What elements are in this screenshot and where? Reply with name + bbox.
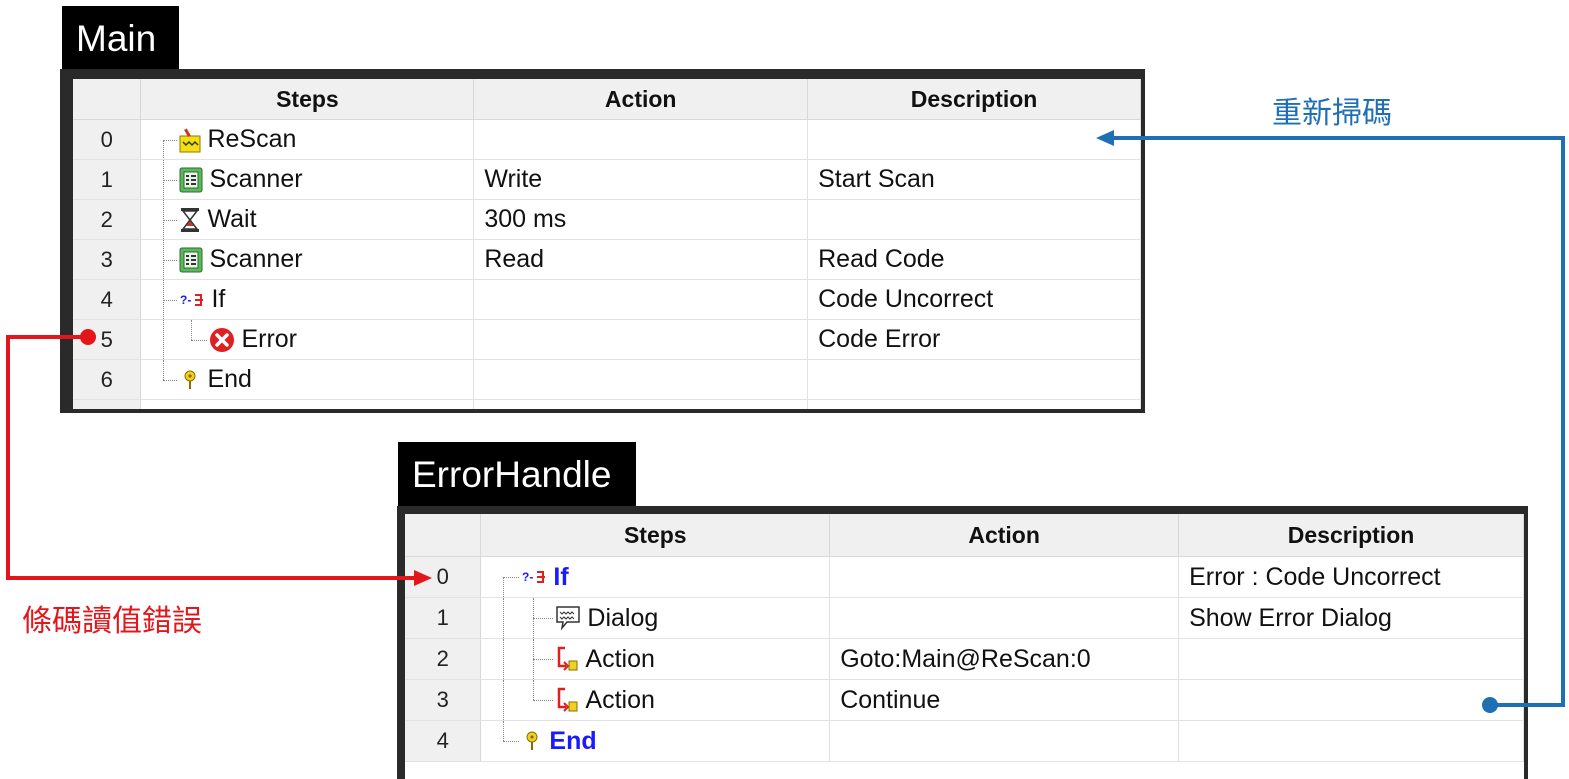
rescan-connector-arrow: [1096, 130, 1565, 713]
error-annotation: 條碼讀值錯誤: [22, 604, 202, 639]
rescan-annotation: 重新掃碼: [1272, 96, 1392, 131]
error-connector-arrow: [6, 329, 432, 586]
